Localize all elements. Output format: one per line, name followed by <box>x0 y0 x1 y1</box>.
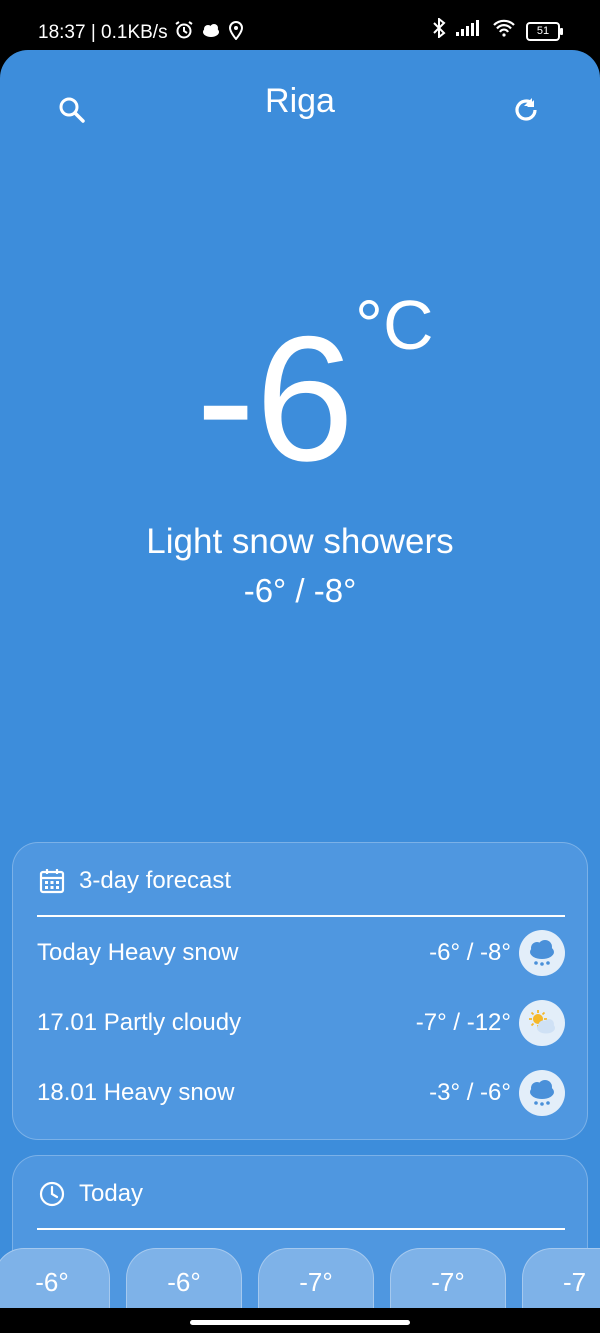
current-range: -6° / -8° <box>243 572 357 609</box>
refresh-button[interactable] <box>502 86 550 134</box>
forecast-day-right: -6° / -8° <box>429 930 565 976</box>
status-time-speed: 18:37 | 0.1KB/s <box>38 22 168 43</box>
forecast-day-label: Today Heavy snow <box>37 939 239 966</box>
today-divider <box>37 1228 565 1230</box>
alarm-icon <box>174 20 194 46</box>
forecast-row[interactable]: Today Heavy snow -6° / -8° <box>37 927 565 979</box>
forecast-card: 3-day forecast Today Heavy snow -6° / -8… <box>12 842 588 1140</box>
forecast-title: 3-day forecast <box>79 867 232 894</box>
current-condition: Light snow showers <box>146 522 454 561</box>
hour-temp: -7° <box>299 1267 333 1297</box>
clock-icon <box>39 1181 65 1207</box>
forecast-day-label: 18.01 Heavy snow <box>37 1079 235 1106</box>
bluetooth-icon <box>432 16 446 44</box>
forecast-divider <box>37 915 565 917</box>
location-icon <box>228 20 244 46</box>
refresh-icon <box>515 98 537 121</box>
forecast-row[interactable]: 18.01 Heavy snow -3° / -6° <box>37 1067 565 1119</box>
forecast-header: 3-day forecast <box>39 867 231 895</box>
temperature-unit: °C <box>355 286 434 364</box>
signal-icon <box>456 20 482 42</box>
hour-temp: -6° <box>35 1267 69 1297</box>
forecast-day-right: -7° / -12° <box>416 1000 565 1046</box>
current-temperature-block: -6 °C <box>0 290 600 530</box>
hour-temp: -7 <box>563 1267 587 1297</box>
forecast-day-temps: -6° / -8° <box>429 939 511 966</box>
current-temperature: -6 <box>196 299 355 498</box>
status-right: 51 <box>432 16 563 44</box>
partly-cloudy-icon <box>519 1000 565 1046</box>
heavy-snow-icon <box>519 930 565 976</box>
battery-indicator: 51 <box>526 21 563 41</box>
status-left: 18:37 | 0.1KB/s <box>38 20 244 46</box>
forecast-day-label: 17.01 Partly cloudy <box>37 1009 242 1036</box>
weather-notification-icon <box>200 22 222 44</box>
hour-temp: -7° <box>431 1267 465 1297</box>
calendar-icon <box>39 869 65 894</box>
hour-temp: -6° <box>167 1267 201 1297</box>
forecast-day-temps: -7° / -12° <box>415 1009 511 1036</box>
top-bar: Riga <box>0 50 600 160</box>
forecast-day-right: -3° / -6° <box>429 1070 565 1116</box>
today-header: Today <box>39 1180 143 1208</box>
heavy-snow-icon <box>519 1070 565 1116</box>
forecast-row[interactable]: 17.01 Partly cloudy -7° / -12° <box>37 997 565 1049</box>
today-title: Today <box>79 1180 144 1207</box>
forecast-day-temps: -3° / -6° <box>429 1079 511 1106</box>
navigation-bar <box>0 1308 600 1333</box>
status-bar: 18:37 | 0.1KB/s 51 <box>0 0 600 52</box>
weather-app: Riga -6 °C Light snow showers -6° / -8° … <box>0 50 600 1333</box>
home-gesture-handle[interactable] <box>190 1320 410 1325</box>
wifi-icon <box>492 19 516 43</box>
